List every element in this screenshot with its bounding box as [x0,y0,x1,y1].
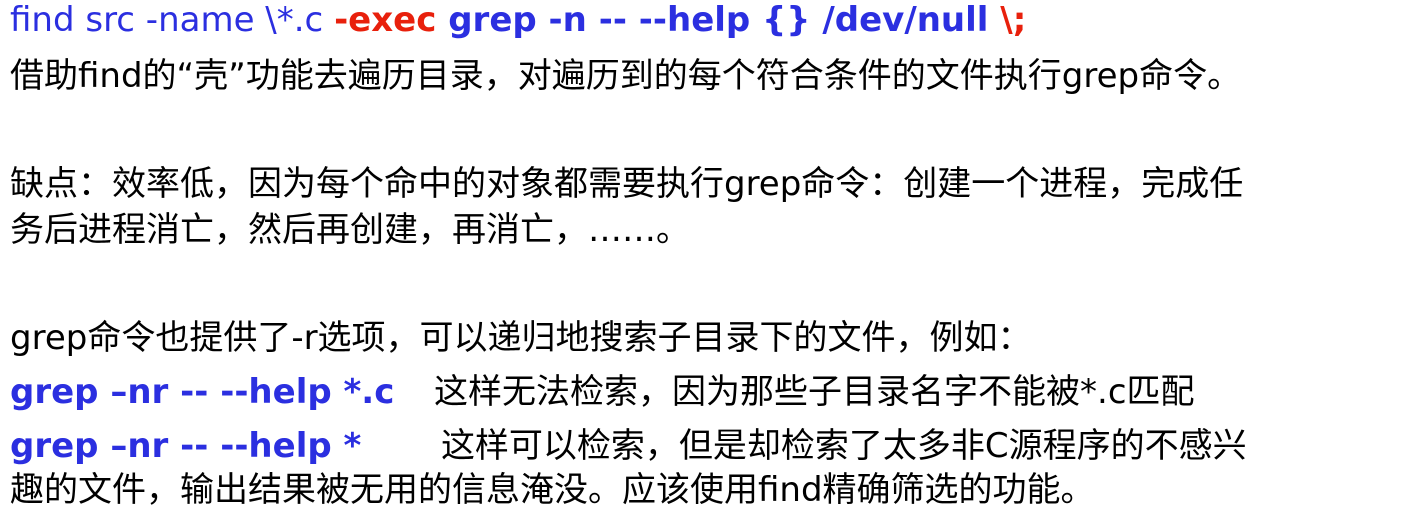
example-2-command: grep –nr -- --help * [10,426,362,466]
grep-r-intro: grep命令也提供了-r选项，可以递归地搜索子目录下的文件，例如： [10,318,1032,358]
example-1-command: grep –nr -- --help *.c [10,372,395,412]
example-2-row: grep –nr -- --help * 这样可以检索，但是却检索了太多非C源程… [10,426,1247,466]
example-1-note: 这样无法检索，因为那些子目录名字不能被*.c匹配 [434,372,1195,412]
grep-command-text: grep -n -- --help {} /dev/null [448,0,1001,40]
command-line: find src -name \*.c -exec grep -n -- --h… [10,0,1026,40]
example-2-note-line-2: 趣的文件，输出结果被无用的信息淹没。应该使用find精确筛选的功能。 [10,470,1095,510]
example-1-row: grep –nr -- --help *.c 这样无法检索，因为那些子目录名字不… [10,372,1195,412]
drawback-line-2: 务后进程消亡，然后再创建，再消亡，……。 [10,210,690,250]
drawback-line-1: 缺点：效率低，因为每个命中的对象都需要执行grep命令：创建一个进程，完成任 [10,164,1244,204]
exec-terminator-text: \; [1000,0,1027,40]
explanation-text: 借助find的“壳”功能去遍历目录，对遍历到的每个符合条件的文件执行grep命令… [10,56,1242,96]
example-2-note-line-1: 这样可以检索，但是却检索了太多非C源程序的不感兴 [440,426,1247,466]
exec-option-text: -exec [334,0,449,40]
find-command-text: find src -name \*.c [10,0,335,40]
